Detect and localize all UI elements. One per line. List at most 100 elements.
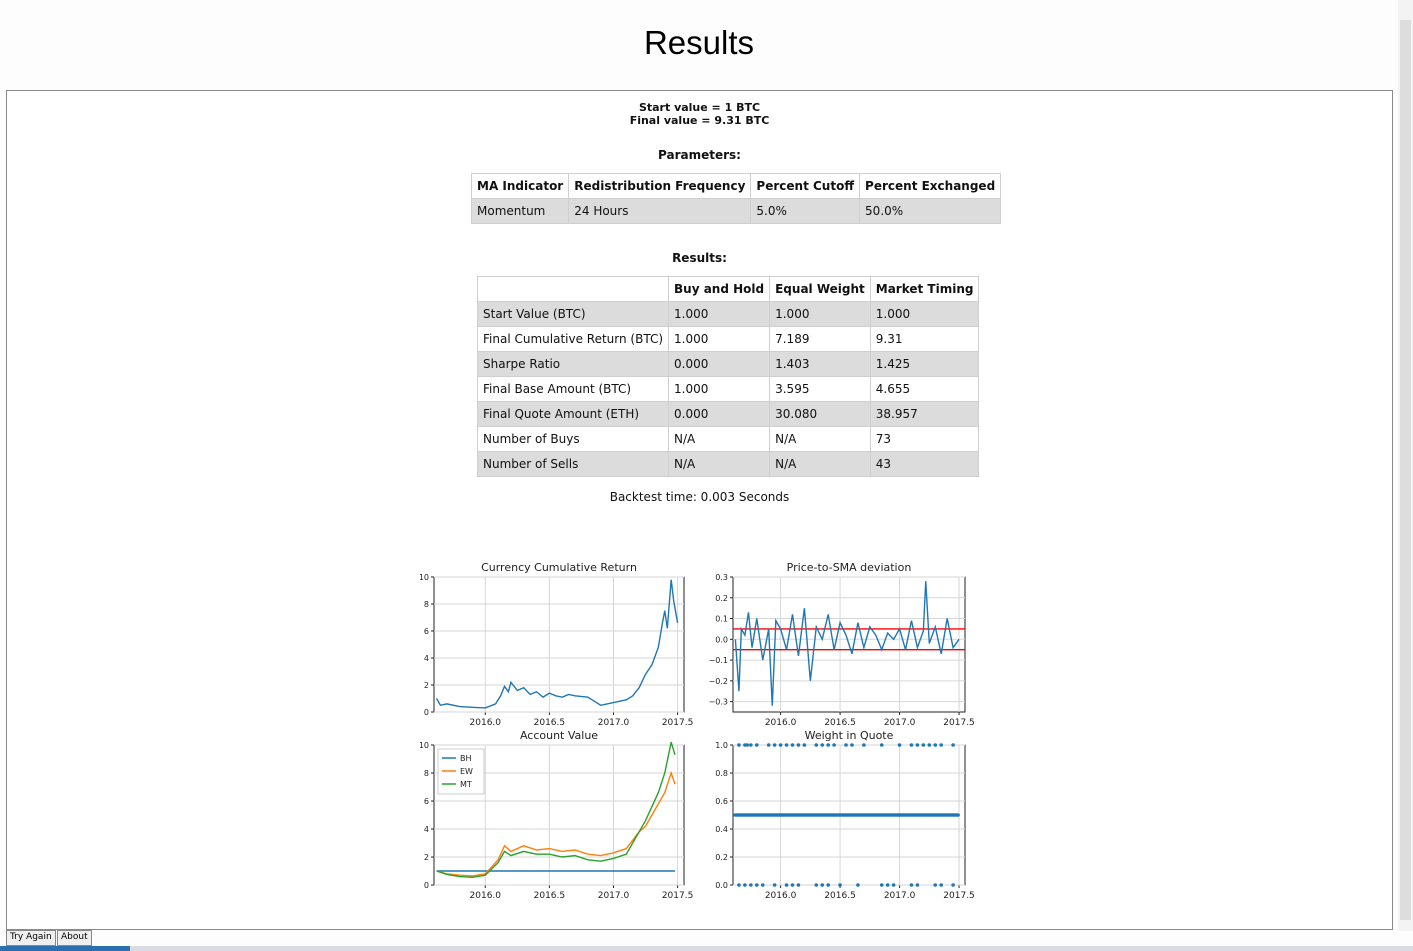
results-cell: 7.189	[769, 326, 871, 352]
scatter-point	[909, 883, 914, 887]
scatter-point	[754, 883, 759, 887]
scatter-point	[838, 883, 842, 887]
y-tick-label: 0	[424, 881, 429, 890]
scatter-point	[933, 743, 938, 747]
x-tick-label: 2016.0	[765, 718, 797, 728]
scatter-point	[921, 743, 926, 747]
x-tick-label: 2016.5	[534, 891, 566, 901]
scatter-point	[814, 883, 819, 887]
scatter-point	[915, 743, 920, 747]
y-tick-label: −0.3	[709, 698, 728, 707]
results-cell: 1.403	[769, 351, 871, 377]
scatter-point	[862, 743, 866, 747]
taskbar-strip	[0, 946, 1413, 951]
results-row-label: Final Base Amount (BTC)	[476, 376, 670, 402]
chart-title: Account Value	[520, 729, 598, 742]
y-tick-label: 0	[424, 708, 429, 717]
try-again-button[interactable]: Try Again	[6, 930, 56, 946]
results-cell: 73	[869, 426, 980, 452]
y-tick-label: −0.2	[709, 677, 728, 686]
scatter-point	[754, 743, 759, 747]
parameters-heading: Parameters:	[658, 148, 741, 162]
results-row-label: Start Value (BTC)	[476, 301, 670, 327]
results-cell: 0.000	[668, 351, 771, 377]
scatter-point	[796, 743, 801, 747]
scatter-point	[891, 883, 896, 887]
chart-title: Currency Cumulative Return	[481, 561, 637, 574]
results-row-label: Final Cumulative Return (BTC)	[476, 326, 670, 352]
results-cell: 3.595	[769, 376, 871, 402]
x-tick-label: 2017.5	[943, 891, 975, 901]
scatter-point	[909, 743, 914, 747]
scatter-point	[784, 883, 789, 887]
scatter-point	[927, 743, 932, 747]
scatter-point	[951, 743, 955, 747]
parameters-header-cell: Percent Cutoff	[750, 173, 861, 199]
y-tick-label: 0.6	[715, 797, 728, 806]
scatter-point	[737, 883, 741, 887]
scatter-point	[796, 883, 801, 887]
results-heading: Results:	[672, 251, 727, 265]
x-tick-label: 2016.0	[470, 891, 502, 901]
start-value-text: Start value = 1 BTC	[638, 101, 761, 114]
results-cell: 0.000	[668, 401, 771, 427]
scatter-point	[772, 883, 777, 887]
results-cell: 1.000	[869, 301, 980, 327]
scatter-point	[737, 743, 741, 747]
scatter-point	[951, 883, 955, 887]
results-cell: 4.655	[869, 376, 980, 402]
scatter-point	[915, 883, 920, 887]
y-tick-label: 10	[420, 573, 429, 582]
scatter-point	[820, 743, 825, 747]
scatter-point	[790, 883, 795, 887]
scatter-point	[832, 743, 836, 747]
scatter-point	[749, 743, 753, 747]
y-tick-label: 6	[424, 797, 429, 806]
scatter-point	[766, 743, 771, 747]
scatter-point	[814, 743, 819, 747]
scatter-point	[826, 883, 830, 887]
parameters-value-cell: 24 Hours	[568, 198, 752, 224]
x-tick-label: 2017.0	[598, 891, 630, 901]
y-tick-label: 0.1	[715, 615, 728, 624]
x-tick-label: 2016.5	[824, 891, 856, 901]
results-cell: 30.080	[769, 401, 871, 427]
results-cell: 1.000	[769, 301, 871, 327]
y-tick-label: 0.2	[715, 853, 728, 862]
final-value-text: Final value = 9.31 BTC	[629, 114, 770, 127]
results-cell: N/A	[769, 451, 871, 477]
scatter-point	[850, 743, 854, 747]
x-tick-label: 2017.5	[662, 718, 694, 728]
chart-frame	[433, 576, 685, 713]
y-tick-label: 0.0	[715, 881, 728, 890]
x-tick-label: 2016.0	[470, 718, 502, 728]
scatter-point	[749, 883, 753, 887]
scatter-point	[956, 813, 960, 817]
scatter-point	[897, 743, 902, 747]
scrollbar-thumb[interactable]	[1400, 20, 1411, 920]
y-tick-label: 0.8	[715, 769, 728, 778]
parameters-header-cell: Redistribution Frequency	[568, 173, 752, 199]
results-cell: 1.000	[668, 376, 771, 402]
scatter-point	[844, 743, 848, 747]
results-row: Final Base Amount (BTC) 1.000 3.595 4.655	[476, 376, 980, 402]
results-row-label: Final Quote Amount (ETH)	[476, 401, 670, 427]
x-tick-label: 2017.0	[598, 718, 630, 728]
scatter-point	[879, 743, 884, 747]
scatter-point	[879, 883, 884, 887]
scatter-point	[790, 743, 795, 747]
y-tick-label: 8	[424, 769, 429, 778]
parameters-header-cell: MA Indicator	[470, 173, 570, 199]
legend-label: MT	[460, 780, 472, 789]
y-tick-label: 8	[424, 600, 429, 609]
x-tick-label: 2017.0	[884, 718, 916, 728]
y-tick-label: 0.0	[715, 635, 728, 644]
chart-title: Weight in Quote	[805, 729, 894, 742]
scatter-point	[856, 883, 860, 887]
x-tick-label: 2017.5	[662, 891, 694, 901]
scatter-point	[745, 743, 750, 747]
about-button[interactable]: About	[57, 930, 92, 946]
legend-label: BH	[460, 754, 472, 763]
y-tick-label: 4	[424, 825, 429, 834]
results-cell: 1.425	[869, 351, 980, 377]
